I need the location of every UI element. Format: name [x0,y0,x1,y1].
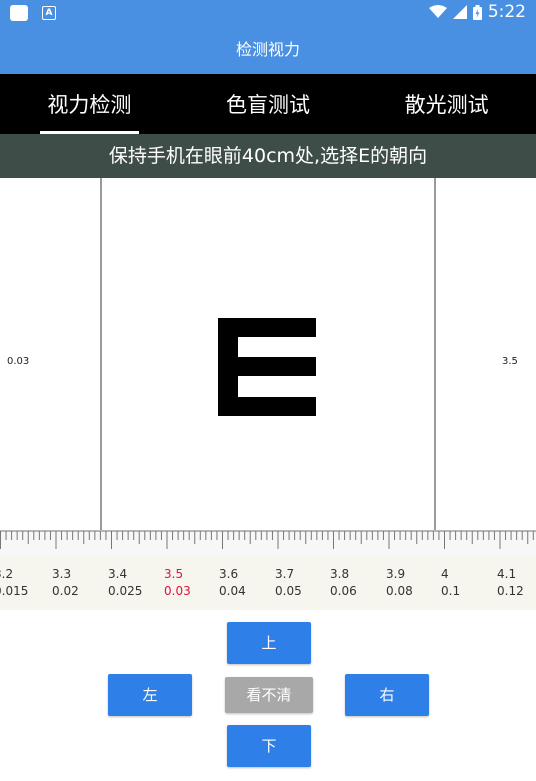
notification-square-icon [10,5,28,21]
instruction-banner: 保持手机在眼前40cm处,选择E的朝向 [0,134,536,178]
ruler-ticks [0,530,536,549]
right-acuity-value: 3.5 [502,356,518,367]
signal-icon [452,5,467,19]
tab-bar: 视力检测 色盲测试 散光测试 [0,74,536,134]
scale-col: 3.3 0.02 [52,567,79,598]
scale-col: 3.7 0.05 [275,567,302,598]
tumbling-e-letter [218,318,316,416]
down-button[interactable]: 下 [227,725,311,767]
tab-vision-test[interactable]: 视力检测 [0,74,179,134]
acuity-scale: 3.20.015 3.30.02 3.40.025 3.50.03 3.60.0… [0,556,536,610]
status-bar: A 5:22 [0,0,536,26]
tab-astigmatism-test[interactable]: 散光测试 [357,74,536,134]
status-right: 5:22 [428,2,526,22]
tab-color-blind-test[interactable]: 色盲测试 [179,74,358,134]
cannot-see-button[interactable]: 看不清 [225,677,313,713]
scale-col: 3.6 0.04 [219,567,246,598]
page-title: 检测视力 [0,26,536,74]
left-acuity-value: 0.03 [7,356,30,367]
scale-col: 3.9 0.08 [386,567,413,598]
status-left-icons: A [10,5,56,21]
eye-chart-area: 0.03 3.5 [0,178,536,530]
scale-col: 4 0.1 [441,567,461,598]
up-button[interactable]: 上 [227,622,311,664]
scale-col: 3.8 0.06 [330,567,357,598]
right-button[interactable]: 右 [345,674,429,716]
left-button[interactable]: 左 [108,674,192,716]
battery-icon [472,4,482,20]
ruler [0,530,536,556]
scale-col: 3.20.015 [0,567,29,598]
scale-col: 4.1 0.12 [497,567,524,598]
scale-col: 3.4 0.025 [108,567,143,598]
scale-col-current: 3.5 0.03 [164,567,191,598]
wifi-icon [428,5,447,18]
chart-left-line [100,178,102,530]
status-time: 5:22 [487,2,526,22]
app-notification-icon: A [42,6,56,20]
chart-right-line [434,178,436,530]
